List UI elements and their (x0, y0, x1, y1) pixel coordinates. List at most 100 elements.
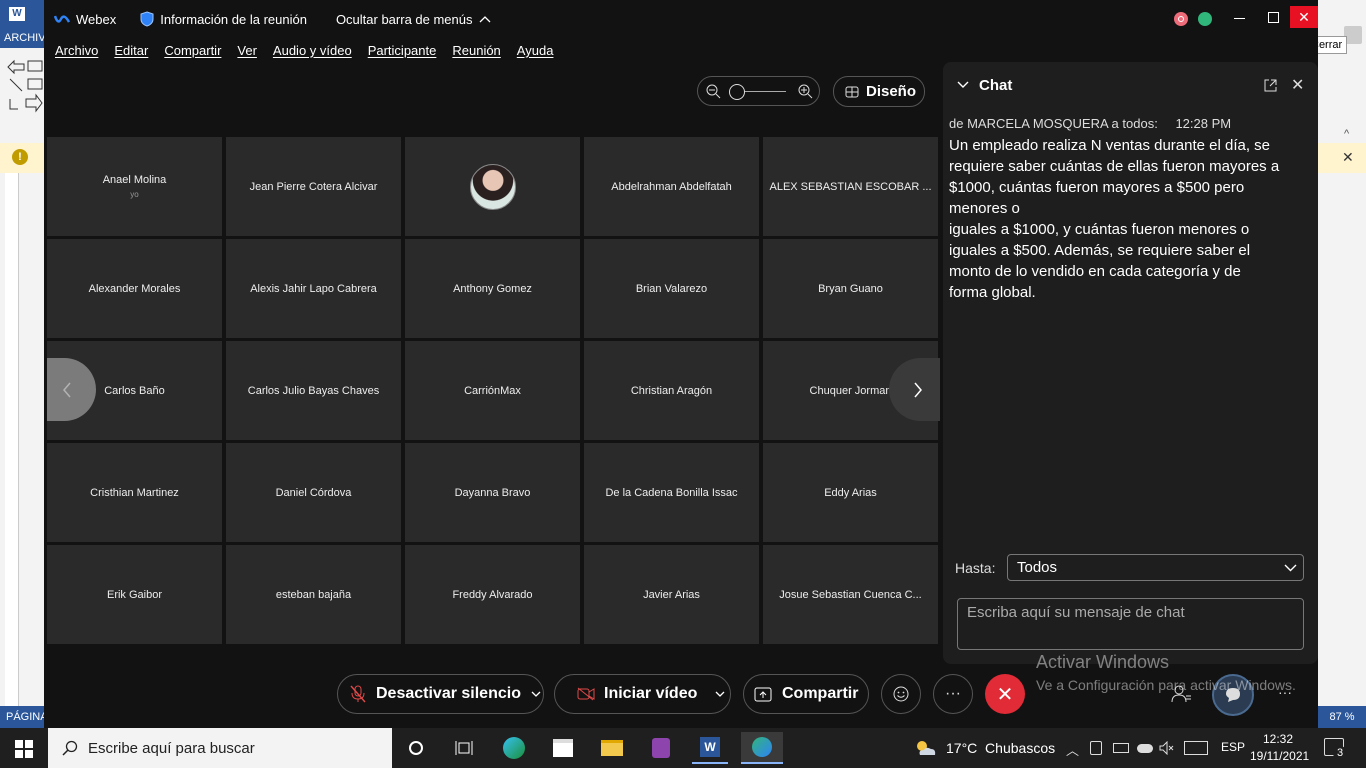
participant-tile[interactable]: Bryan Guano (763, 239, 938, 338)
participant-tile[interactable]: Jean Pierre Cotera Alcivar (226, 137, 401, 236)
recording-status-icon[interactable] (1174, 12, 1188, 26)
reactions-button[interactable] (881, 674, 921, 714)
participant-tile[interactable]: Brian Valarezo (584, 239, 759, 338)
collapse-ribbon-icon[interactable]: ^ (1344, 128, 1356, 140)
chat-message-body: Un empleado realiza N ventas durante el … (949, 135, 1309, 303)
meeting-info-button[interactable]: Información de la reunión (160, 12, 307, 27)
participant-tile[interactable]: Cristhian Martinez (47, 443, 222, 542)
chat-message-line: requiere saber cuántas de ellas fueron m… (949, 158, 1280, 175)
onedrive-cloud-icon[interactable] (1137, 744, 1153, 753)
shield-icon (140, 11, 154, 27)
participant-name: Chuquer Jorman (809, 384, 892, 397)
battery-icon[interactable] (1113, 743, 1129, 753)
zoom-in-icon[interactable] (798, 84, 813, 99)
close-window-button[interactable]: ✕ (1290, 6, 1318, 28)
more-options-button[interactable]: ··· (933, 674, 973, 714)
participant-name: De la Cadena Bonilla Issac (605, 486, 738, 499)
participant-tile[interactable]: ALEX SEBASTIAN ESCOBAR ... (763, 137, 938, 236)
menu-item-4[interactable]: Audio y vídeo (273, 43, 352, 58)
participant-tile[interactable]: Dayanna Bravo (405, 443, 580, 542)
word-zoom-level[interactable]: 87 % (1318, 706, 1366, 728)
menu-item-3[interactable]: Ver (237, 43, 257, 58)
keyboard-icon[interactable] (1184, 741, 1208, 755)
hide-menu-button[interactable]: Ocultar barra de menús (336, 12, 473, 27)
participant-name: Erik Gaibor (106, 588, 163, 601)
participant-name: Freddy Alvarado (452, 588, 533, 601)
menu-item-7[interactable]: Ayuda (517, 43, 554, 58)
clock-time: 12:32 (1262, 732, 1294, 746)
menu-item-0[interactable]: Archivo (55, 43, 98, 58)
share-button[interactable]: Compartir (743, 674, 869, 714)
menu-item-6[interactable]: Reunión (452, 43, 500, 58)
volume-muted-icon[interactable] (1159, 741, 1175, 755)
leave-meeting-button[interactable]: ✕ (985, 674, 1025, 714)
webex-logo-icon (54, 15, 70, 23)
zoom-out-icon[interactable] (706, 84, 721, 99)
mute-options-chevron-icon[interactable] (531, 691, 541, 697)
participant-tile[interactable]: Erik Gaibor (47, 545, 222, 644)
participant-self-label: yo (130, 190, 139, 199)
participant-tile[interactable]: De la Cadena Bonilla Issac (584, 443, 759, 542)
taskbar-search-box[interactable]: Escribe aquí para buscar (48, 728, 392, 768)
taskbar-clock[interactable]: 12:32 19/11/2021 (1250, 731, 1309, 765)
chevron-up-icon[interactable] (479, 15, 491, 23)
participant-tile[interactable]: Christian Aragón (584, 341, 759, 440)
menu-item-5[interactable]: Participante (368, 43, 437, 58)
video-options-chevron-icon[interactable] (715, 691, 725, 697)
search-icon (62, 740, 78, 756)
participant-tile[interactable]: CarriónMax (405, 341, 580, 440)
participant-tile[interactable]: Freddy Alvarado (405, 545, 580, 644)
word-ribbon-tab[interactable]: ARCHIV (0, 28, 46, 48)
edge-browser-icon[interactable] (496, 732, 532, 764)
layout-button[interactable]: Diseño (833, 76, 925, 107)
weather-text[interactable]: 17°C Chubascos (946, 740, 1055, 756)
participant-tile[interactable]: Anael Molina yo (47, 137, 222, 236)
app-icon[interactable] (643, 732, 679, 764)
task-view-icon[interactable] (446, 732, 482, 764)
meet-now-icon[interactable] (1090, 741, 1102, 755)
participant-avatar (469, 163, 516, 210)
menu-item-1[interactable]: Editar (114, 43, 148, 58)
close-chat-icon[interactable]: ✕ (1291, 75, 1304, 95)
participant-tile[interactable]: Carlos Julio Bayas Chaves (226, 341, 401, 440)
chat-sender: de MARCELA MOSQUERA a todos: (949, 116, 1158, 131)
participant-tile[interactable]: Alexis Jahir Lapo Cabrera (226, 239, 401, 338)
zoom-slider-handle[interactable] (729, 84, 745, 100)
participant-tile[interactable]: Daniel Córdova (226, 443, 401, 542)
start-video-button[interactable]: Iniciar vídeo (554, 674, 731, 714)
chat-panel: Chat ✕ de MARCELA MOSQUERA a todos: 12:2… (943, 62, 1318, 664)
notification-center-icon[interactable]: 3 (1324, 738, 1347, 760)
chat-recipient-select[interactable]: Todos (1007, 554, 1304, 581)
word-taskbar-icon[interactable]: W (692, 732, 728, 764)
participant-tile[interactable]: Eddy Arias (763, 443, 938, 542)
cortana-icon[interactable] (398, 732, 434, 764)
unmute-button[interactable]: Desactivar silencio (337, 674, 544, 714)
menu-item-2[interactable]: Compartir (164, 43, 221, 58)
participant-tile[interactable] (405, 137, 580, 236)
participant-name: Anael Molina (102, 174, 167, 186)
webex-taskbar-icon[interactable] (741, 732, 783, 764)
participant-tile[interactable]: Alexander Morales (47, 239, 222, 338)
close-warning-icon[interactable]: ✕ (1342, 149, 1354, 166)
participant-name: Alexis Jahir Lapo Cabrera (250, 282, 377, 295)
participant-tile[interactable]: Javier Arias (584, 545, 759, 644)
store-icon[interactable] (545, 732, 581, 764)
participant-tile[interactable]: Abdelrahman Abdelfatah (584, 137, 759, 236)
language-indicator[interactable]: ESP (1221, 740, 1245, 754)
file-explorer-icon[interactable] (594, 732, 630, 764)
maximize-icon[interactable] (1268, 12, 1279, 23)
chat-message-input[interactable]: Escriba aquí su mensaje de chat (957, 598, 1304, 650)
weather-icon[interactable] (914, 738, 938, 758)
participant-tile[interactable]: Anthony Gomez (405, 239, 580, 338)
chat-message-header: de MARCELA MOSQUERA a todos: 12:28 PM (949, 116, 1231, 131)
network-health-icon[interactable] (1198, 12, 1212, 26)
participant-name: Cristhian Martinez (90, 486, 179, 499)
show-hidden-icons-icon[interactable]: ︿ (1066, 740, 1079, 759)
minimize-icon[interactable] (1234, 18, 1245, 19)
chat-message-line: iguales a $500. Además, se requiere sabe… (949, 242, 1251, 259)
chevron-down-icon[interactable] (957, 81, 969, 89)
participant-tile[interactable]: Josue Sebastian Cuenca C... (763, 545, 938, 644)
participant-tile[interactable]: esteban bajaña (226, 545, 401, 644)
pop-out-icon[interactable] (1264, 79, 1277, 92)
windows-start-icon[interactable] (15, 740, 33, 758)
